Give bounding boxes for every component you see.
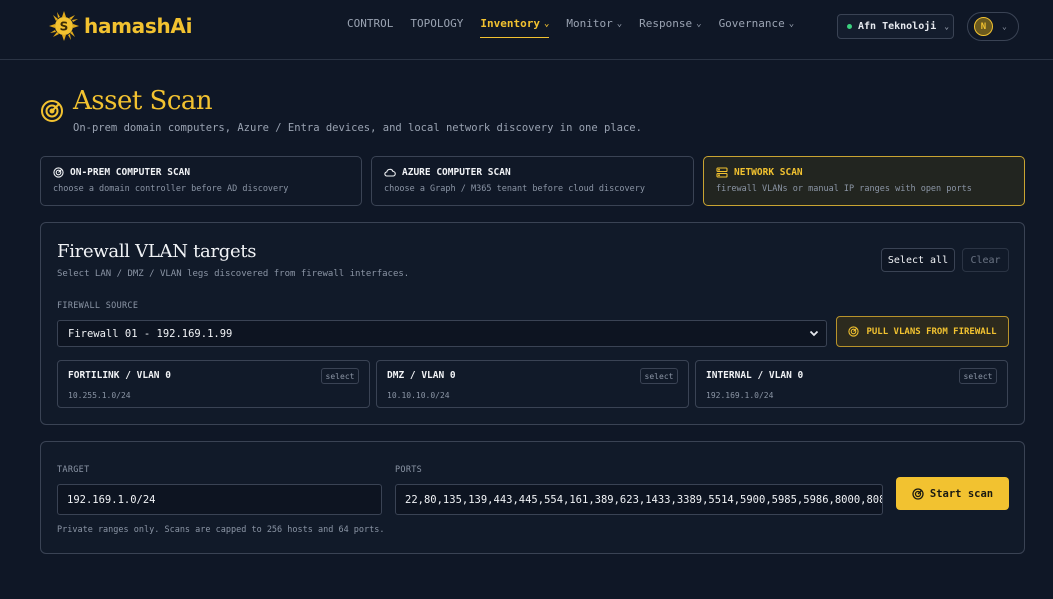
nav-monitor[interactable]: Monitor ⌄ (566, 16, 622, 38)
nav-label: Inventory (480, 17, 540, 30)
vlan-card[interactable]: FORTILINK / VLAN 0 10.255.1.0/24 select (57, 360, 370, 408)
avatar: N (974, 17, 993, 36)
chevron-down-icon (809, 330, 819, 337)
scan-limit-note: Private ranges only. Scans are capped to… (57, 525, 385, 535)
nav-control[interactable]: CONTROL (347, 16, 393, 38)
mode-azure-scan[interactable]: AZURE COMPUTER SCAN choose a Graph / M36… (371, 156, 694, 206)
nav-topology[interactable]: TOPOLOGY (410, 16, 463, 38)
chevron-down-icon: ⌄ (788, 19, 795, 29)
mode-description: choose a domain controller before AD dis… (53, 184, 289, 194)
sun-logo-icon: S (49, 11, 79, 41)
section-subtitle: Select LAN / DMZ / VLAN legs discovered … (57, 269, 410, 279)
vlan-name: FORTILINK / VLAN 0 (68, 370, 171, 381)
main-nav: CONTROL TOPOLOGY Inventory ⌄ Monitor ⌄ Res… (347, 16, 811, 38)
vlan-name: DMZ / VLAN 0 (387, 370, 456, 381)
vlan-cidr: 192.169.1.0/24 (706, 391, 774, 400)
start-scan-label: Start scan (929, 487, 994, 500)
radar-icon (848, 326, 860, 337)
mode-title-text: AZURE COMPUTER SCAN (402, 167, 511, 178)
nav-label: Governance (718, 17, 785, 30)
vlan-select-button[interactable]: select (321, 368, 359, 384)
cloud-icon (384, 168, 396, 177)
mode-description: choose a Graph / M365 tenant before clou… (384, 184, 645, 194)
page-subtitle: On-prem domain computers, Azure / Entra … (73, 122, 642, 134)
radar-icon (41, 100, 63, 122)
firewall-source-label: FIREWALL SOURCE (57, 301, 139, 311)
radar-icon (912, 487, 924, 500)
ports-label: PORTS (395, 465, 423, 475)
target-label: TARGET (57, 465, 90, 475)
chevron-down-icon: ⌄ (696, 19, 702, 29)
chevron-down-icon: ⌄ (543, 19, 550, 29)
target-input[interactable] (57, 484, 382, 515)
selected-firewall: Firewall 01 - 192.169.1.99 (68, 327, 233, 340)
start-scan-button[interactable]: Start scan (896, 477, 1009, 510)
nav-label: Response (639, 17, 693, 30)
vlan-cidr: 10.10.10.0/24 (387, 391, 450, 400)
page-title: Asset Scan (73, 86, 213, 116)
vlan-select-button[interactable]: select (640, 368, 678, 384)
select-all-button[interactable]: Select all (881, 248, 955, 272)
organization-name: Afn Teknoloji (858, 21, 937, 32)
top-navigation-bar: S hamashAi CONTROL TOPOLOGY Inventory ⌄ M… (0, 0, 1053, 60)
brand-name: hamashAi (84, 14, 193, 38)
mode-title: AZURE COMPUTER SCAN (384, 167, 681, 178)
vlan-select-button[interactable]: select (959, 368, 997, 384)
organization-switcher[interactable]: Afn Teknoloji ⌄ (837, 14, 954, 39)
nav-response[interactable]: Response ⌄ (639, 16, 701, 38)
pull-vlans-label: PULL VLANS FROM FIREWALL (866, 326, 997, 337)
firewall-vlan-panel: Firewall VLAN targets Select LAN / DMZ /… (40, 222, 1025, 425)
nav-label: CONTROL (347, 17, 394, 30)
mode-title: NETWORK SCAN (716, 167, 1012, 178)
mode-title-text: ON-PREM COMPUTER SCAN (70, 167, 191, 178)
svg-text:S: S (60, 20, 69, 34)
ports-input[interactable] (395, 484, 883, 515)
nav-label: TOPOLOGY (410, 17, 464, 30)
radar-icon (53, 167, 64, 178)
nav-governance[interactable]: Governance ⌄ (719, 16, 795, 38)
firewall-source-select[interactable]: Firewall 01 - 192.169.1.99 (57, 320, 827, 347)
chevron-down-icon: ⌄ (944, 22, 950, 31)
vlan-card[interactable]: INTERNAL / VLAN 0 192.169.1.0/24 select (695, 360, 1008, 408)
clear-button[interactable]: Clear (962, 248, 1009, 272)
user-menu[interactable]: N ⌄ (967, 12, 1019, 41)
chevron-down-icon: ⌄ (616, 19, 623, 29)
mode-network-scan[interactable]: NETWORK SCAN firewall VLANs or manual IP… (703, 156, 1025, 206)
vlan-cidr: 10.255.1.0/24 (68, 391, 131, 400)
nav-inventory[interactable]: Inventory ⌄ (480, 16, 550, 38)
nav-label: Monitor (566, 17, 613, 30)
mode-description: firewall VLANs or manual IP ranges with … (716, 184, 972, 194)
mode-title-text: NETWORK SCAN (734, 167, 803, 178)
vlan-name: INTERNAL / VLAN 0 (706, 370, 804, 381)
section-title: Firewall VLAN targets (57, 241, 257, 262)
mode-onprem-scan[interactable]: ON-PREM COMPUTER SCAN choose a domain co… (40, 156, 362, 206)
scan-settings-panel: TARGET PORTS Start scan Private ranges o… (40, 441, 1025, 554)
pull-vlans-button[interactable]: PULL VLANS FROM FIREWALL (836, 316, 1009, 347)
chevron-down-icon: ⌄ (1002, 22, 1007, 31)
vlan-card[interactable]: DMZ / VLAN 0 10.10.10.0/24 select (376, 360, 689, 408)
server-icon (716, 167, 728, 178)
brand-logo[interactable]: S hamashAi (48, 10, 192, 42)
mode-title: ON-PREM COMPUTER SCAN (53, 167, 349, 178)
status-dot-icon (847, 24, 852, 29)
